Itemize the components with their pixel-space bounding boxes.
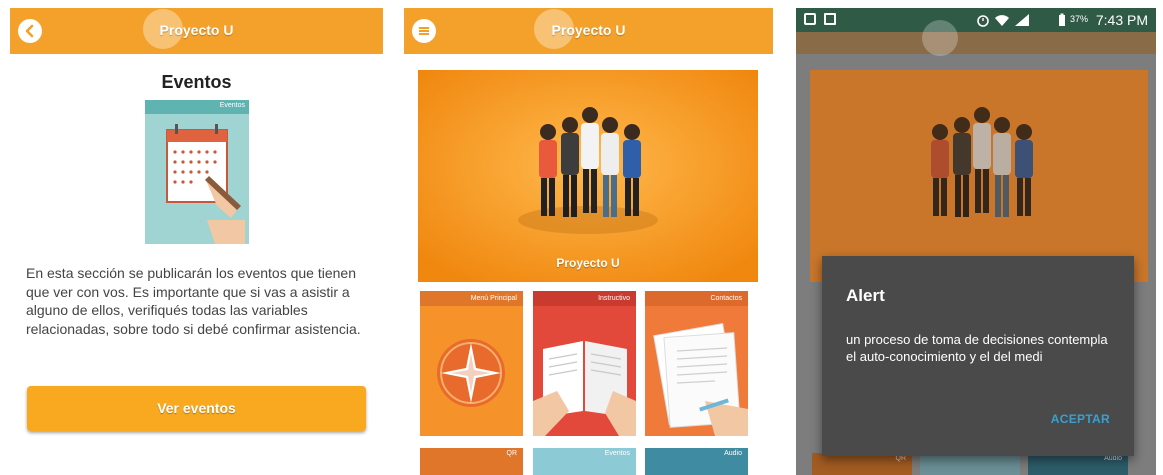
section-title: Eventos — [161, 72, 232, 92]
alert-dialog: Alert un proceso de toma de decisiones c… — [822, 256, 1134, 456]
calendar-icon — [166, 124, 245, 244]
hero-label: Proyecto U — [556, 256, 620, 270]
gallery-icon — [804, 13, 816, 25]
tile-instructivo[interactable]: Instructivo — [533, 291, 636, 436]
alert-screen: 37% 7:43 PM QR Audio Alert un proceso de… — [796, 8, 1156, 475]
battery-icon — [1059, 13, 1065, 26]
hero-banner-dimmed — [810, 70, 1148, 282]
aceptar-button[interactable]: ACEPTAR — [1051, 412, 1110, 426]
document-icon — [653, 323, 748, 436]
events-screen: Proyecto U Eventos Eventos En esta secci… — [10, 8, 383, 475]
compass-icon — [437, 339, 505, 407]
touch-ripple — [922, 20, 958, 56]
app-bar: Proyecto U — [404, 8, 773, 54]
signal-icon — [1015, 14, 1029, 26]
app-bar-dimmed — [796, 20, 1156, 56]
alarm-icon — [977, 15, 989, 27]
app-title: Proyecto U — [159, 22, 234, 38]
battery-percent: 37% — [1069, 14, 1088, 24]
wifi-icon — [995, 15, 1009, 26]
tile-audio-dimmed: Audio — [1028, 453, 1128, 475]
tile-menu-principal[interactable]: Menú Principal — [420, 291, 523, 436]
image-icon — [824, 13, 836, 25]
screenshot-collage: Proyecto U Eventos Eventos En esta secci… — [0, 0, 1163, 475]
hero-banner[interactable]: Proyecto U — [418, 70, 758, 282]
tile-label: Audio — [724, 450, 742, 457]
book-icon — [533, 341, 636, 436]
status-bar: 37% 7:43 PM — [796, 8, 1156, 32]
ver-eventos-button[interactable]: Ver eventos — [27, 386, 366, 431]
tile-qr-dimmed: QR — [812, 453, 912, 475]
tile-label: Eventos — [604, 450, 630, 457]
tile-contactos[interactable]: Contactos — [645, 291, 748, 436]
dialog-message: un proceso de toma de decisiones contemp… — [846, 332, 1108, 364]
app-bar: Proyecto U — [10, 8, 383, 54]
status-time: 7:43 PM — [1095, 12, 1148, 28]
group-photo — [418, 70, 758, 282]
tile-audio[interactable]: Audio — [645, 448, 748, 475]
tile-label: Audio — [1104, 455, 1122, 462]
dialog-title: Alert — [846, 286, 885, 305]
tile-label: QR — [506, 450, 518, 457]
tile-label: QR — [895, 455, 907, 462]
tile-eventos-dimmed — [920, 453, 1020, 475]
group-photo — [810, 70, 1148, 282]
home-screen: Proyecto U Proyecto U Menú Principal Ins… — [404, 8, 773, 475]
events-description: En esta sección se publicarán los evento… — [26, 265, 361, 337]
tile-eventos[interactable]: Eventos — [533, 448, 636, 475]
tile-qr[interactable]: QR — [420, 448, 523, 475]
app-title: Proyecto U — [551, 22, 626, 38]
events-illustration: Eventos — [145, 100, 249, 244]
